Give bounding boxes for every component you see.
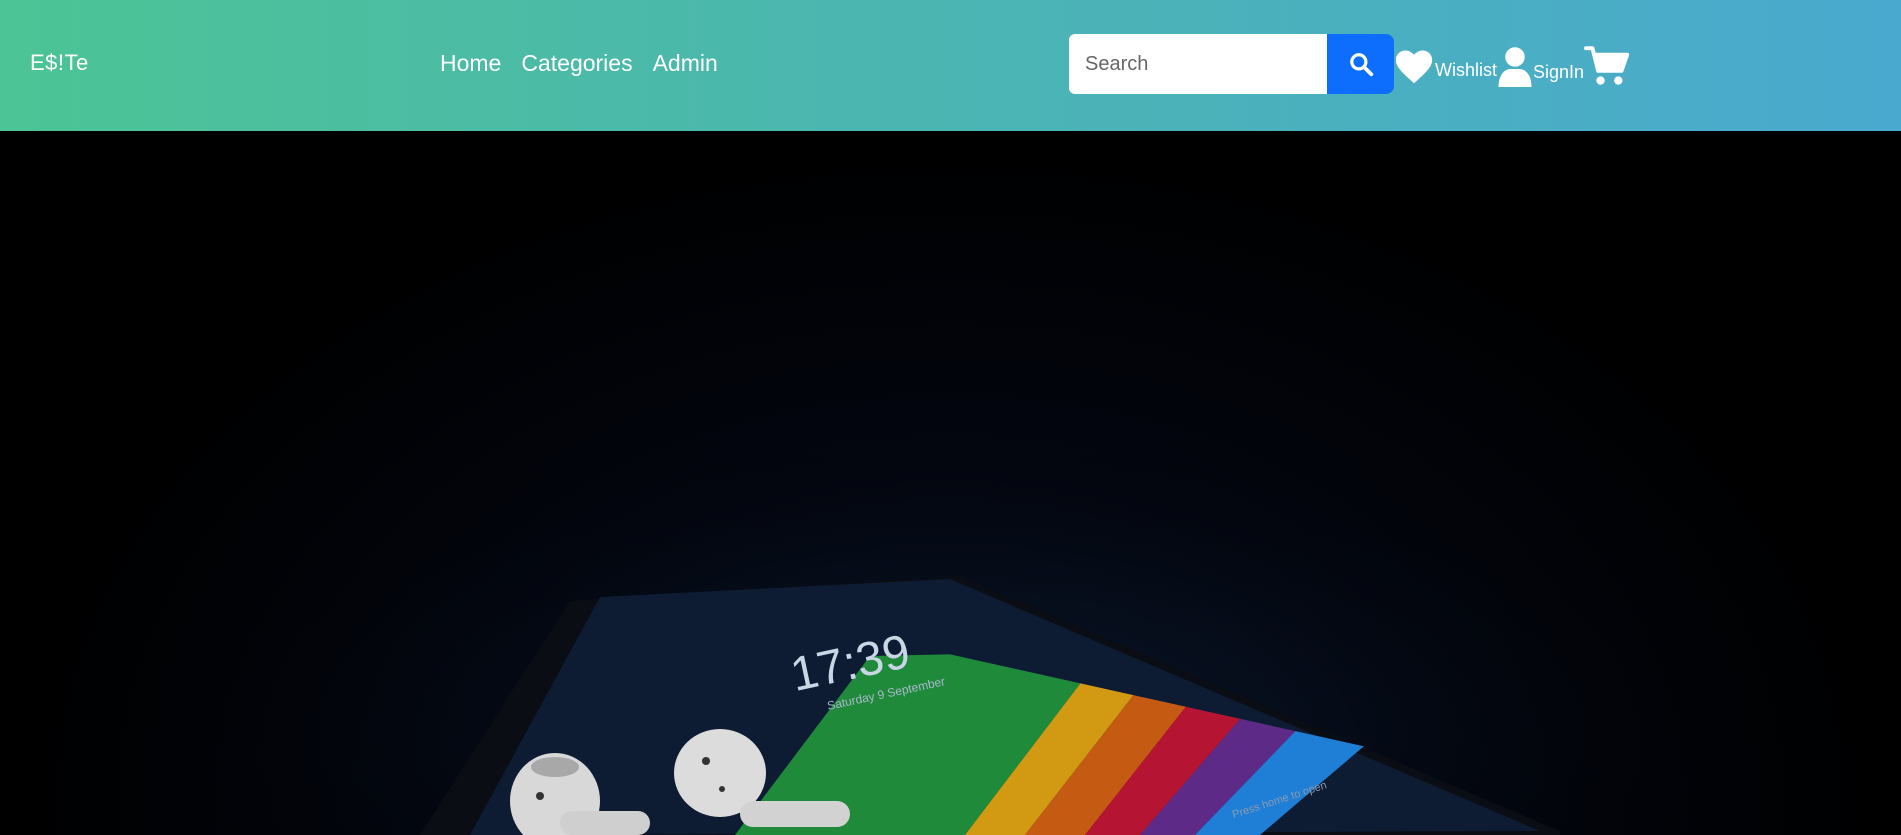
nav-links: Home Categories Admin [440,50,718,77]
hero-image: 17:39 Saturday 9 September Press home to… [0,131,1901,835]
header-actions: Wishlist SignIn [1393,38,1630,94]
nav-link-home[interactable]: Home [440,50,501,77]
search-icon [1349,53,1373,77]
nav-link-admin[interactable]: Admin [653,50,718,77]
wishlist-link[interactable]: Wishlist [1393,47,1497,85]
hero-banner: 17:39 Saturday 9 September Press home to… [0,131,1901,835]
search-input[interactable] [1069,34,1327,94]
nav-link-categories[interactable]: Categories [521,50,632,77]
cart-icon [1584,46,1630,85]
top-navbar: E$!Te Home Categories Admin Wishlist Sig… [0,0,1901,131]
user-icon [1498,47,1532,87]
search-button[interactable] [1327,34,1394,94]
cart-link[interactable] [1584,45,1630,87]
search-form [1069,34,1394,94]
heart-icon [1395,50,1433,84]
signin-label: SignIn [1533,62,1585,82]
brand-logo[interactable]: E$!Te [30,50,89,76]
wishlist-label: Wishlist [1435,60,1497,80]
signin-link[interactable]: SignIn [1497,45,1584,87]
